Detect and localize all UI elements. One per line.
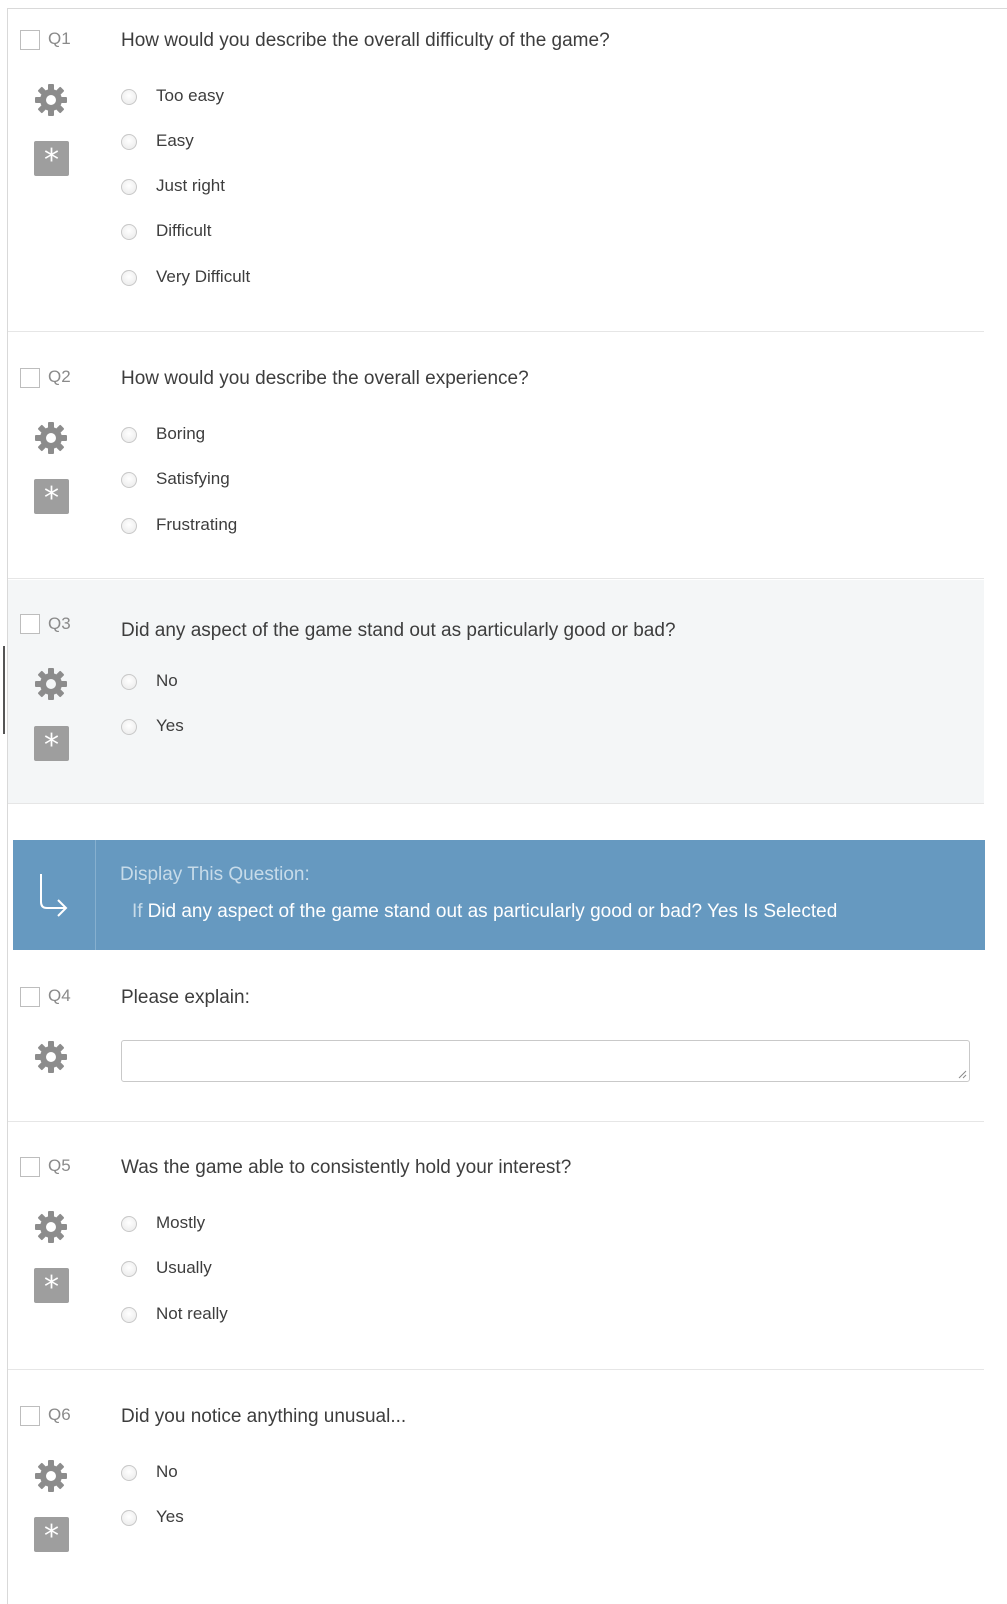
radio-button[interactable]	[121, 89, 137, 105]
asterisk-icon[interactable]: *	[34, 479, 69, 516]
display-logic-condition-text: Did any aspect of the game stand out as …	[147, 901, 838, 922]
asterisk-icon[interactable]: *	[34, 1517, 69, 1554]
choice-label: Difficult	[156, 221, 212, 240]
radio-button[interactable]	[121, 427, 137, 443]
choice-label: No	[156, 1462, 178, 1481]
question-number: Q5	[48, 1156, 71, 1175]
question-number: Q1	[48, 29, 71, 48]
choice-label: Yes	[156, 1507, 184, 1526]
question-number: Q4	[48, 986, 71, 1005]
display-logic-title: Display This Question:	[120, 864, 310, 885]
display-logic-bar[interactable]: Display This Question: If Did any aspect …	[13, 840, 985, 950]
display-logic-if: If	[132, 901, 143, 922]
display-logic-condition[interactable]: If Did any aspect of the game stand out a…	[132, 901, 837, 923]
asterisk-icon[interactable]: *	[34, 726, 69, 763]
question-block-q5[interactable]: Q5 * Was the game able to consistently h…	[8, 1136, 984, 1370]
choice-label: Mostly	[156, 1213, 206, 1232]
asterisk-icon[interactable]: *	[34, 141, 69, 178]
radio-button[interactable]	[121, 1510, 137, 1526]
radio-button[interactable]	[121, 1261, 137, 1277]
branch-arrow-icon	[40, 874, 68, 917]
choice-label: Usually	[156, 1258, 212, 1277]
choice-label: Yes	[156, 716, 184, 735]
question-block-q1[interactable]: Q1 * How would you describe the overall …	[8, 9, 984, 332]
logic-icon-column	[13, 840, 96, 950]
question-text: Was the game able to consistently hold y…	[121, 1157, 572, 1178]
radio-button[interactable]	[121, 270, 137, 286]
gear-icon[interactable]	[33, 666, 69, 702]
asterisk-icon[interactable]: *	[34, 1268, 69, 1305]
question-select-checkbox[interactable]	[20, 1157, 40, 1177]
radio-button[interactable]	[121, 674, 137, 690]
gear-icon[interactable]	[33, 1458, 69, 1494]
question-text: How would you describe the overall exper…	[121, 368, 529, 389]
radio-button[interactable]	[121, 179, 137, 195]
gear-icon[interactable]	[33, 82, 69, 118]
gear-icon[interactable]	[33, 1039, 69, 1075]
radio-button[interactable]	[121, 1307, 137, 1323]
radio-button[interactable]	[121, 719, 137, 735]
question-block-q6[interactable]: Q6 * Did you notice anything unusual... …	[8, 1385, 984, 1604]
choice-label: Too easy	[156, 86, 225, 105]
question-text: Did any aspect of the game stand out as …	[121, 620, 676, 641]
question-select-checkbox[interactable]	[20, 987, 40, 1007]
question-select-checkbox[interactable]	[20, 30, 40, 50]
radio-button[interactable]	[121, 134, 137, 150]
gear-icon[interactable]	[33, 420, 69, 456]
resize-handle-icon[interactable]	[957, 1069, 967, 1079]
choice-label: Frustrating	[156, 515, 238, 534]
question-number: Q3	[48, 614, 71, 633]
question-text: How would you describe the overall diffi…	[121, 30, 610, 51]
radio-button[interactable]	[121, 472, 137, 488]
question-block-q3[interactable]: Q3 * Did any aspect of the game stand ou…	[8, 580, 984, 804]
question-block-q2[interactable]: Q2 * How would you describe the overall …	[8, 347, 984, 579]
choice-label: Boring	[156, 424, 206, 443]
choice-label: Very Difficult	[156, 267, 251, 286]
question-select-checkbox[interactable]	[20, 1406, 40, 1426]
choice-label: Just right	[156, 176, 225, 195]
gear-icon[interactable]	[33, 1209, 69, 1245]
question-select-checkbox[interactable]	[20, 614, 40, 634]
choice-label: Satisfying	[156, 469, 230, 488]
choice-label: Not really	[156, 1304, 228, 1323]
answer-text-field[interactable]	[121, 1040, 970, 1082]
choice-label: No	[156, 671, 178, 690]
question-number: Q6	[48, 1405, 71, 1424]
question-text: Please explain:	[121, 987, 250, 1008]
question-number: Q2	[48, 367, 71, 386]
question-block-q4[interactable]: Q4 Please explain:	[8, 966, 984, 1122]
radio-button[interactable]	[121, 518, 137, 534]
question-select-checkbox[interactable]	[20, 368, 40, 388]
question-text: Did you notice anything unusual...	[121, 1406, 407, 1427]
radio-button[interactable]	[121, 1465, 137, 1481]
scroll-indicator	[3, 646, 5, 734]
radio-button[interactable]	[121, 224, 137, 240]
radio-button[interactable]	[121, 1216, 137, 1232]
choice-label: Easy	[156, 131, 194, 150]
